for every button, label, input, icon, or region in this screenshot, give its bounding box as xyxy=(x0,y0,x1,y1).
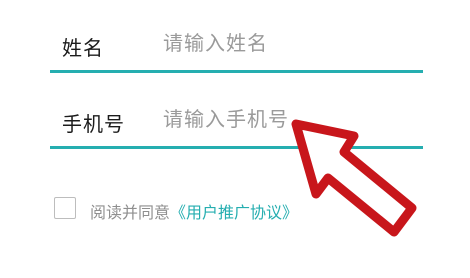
name-input[interactable] xyxy=(163,26,403,60)
agreement-text: 阅读并同意《用户推广协议》 xyxy=(90,199,298,223)
agreement-row: 阅读并同意《用户推广协议》 xyxy=(54,197,384,225)
agreement-prefix: 阅读并同意 xyxy=(90,203,171,222)
registration-form-page: 姓名 手机号 阅读并同意《用户推广协议》 xyxy=(0,0,470,278)
phone-row: 手机号 xyxy=(50,100,423,144)
name-row: 姓名 xyxy=(50,24,423,68)
phone-label: 手机号 xyxy=(62,112,125,136)
user-agreement-link[interactable]: 《用户推广协议》 xyxy=(170,203,298,222)
name-label: 姓名 xyxy=(62,36,104,60)
name-underline xyxy=(50,70,423,73)
agreement-checkbox[interactable] xyxy=(54,197,76,219)
phone-underline xyxy=(50,146,423,149)
phone-input[interactable] xyxy=(163,102,403,136)
